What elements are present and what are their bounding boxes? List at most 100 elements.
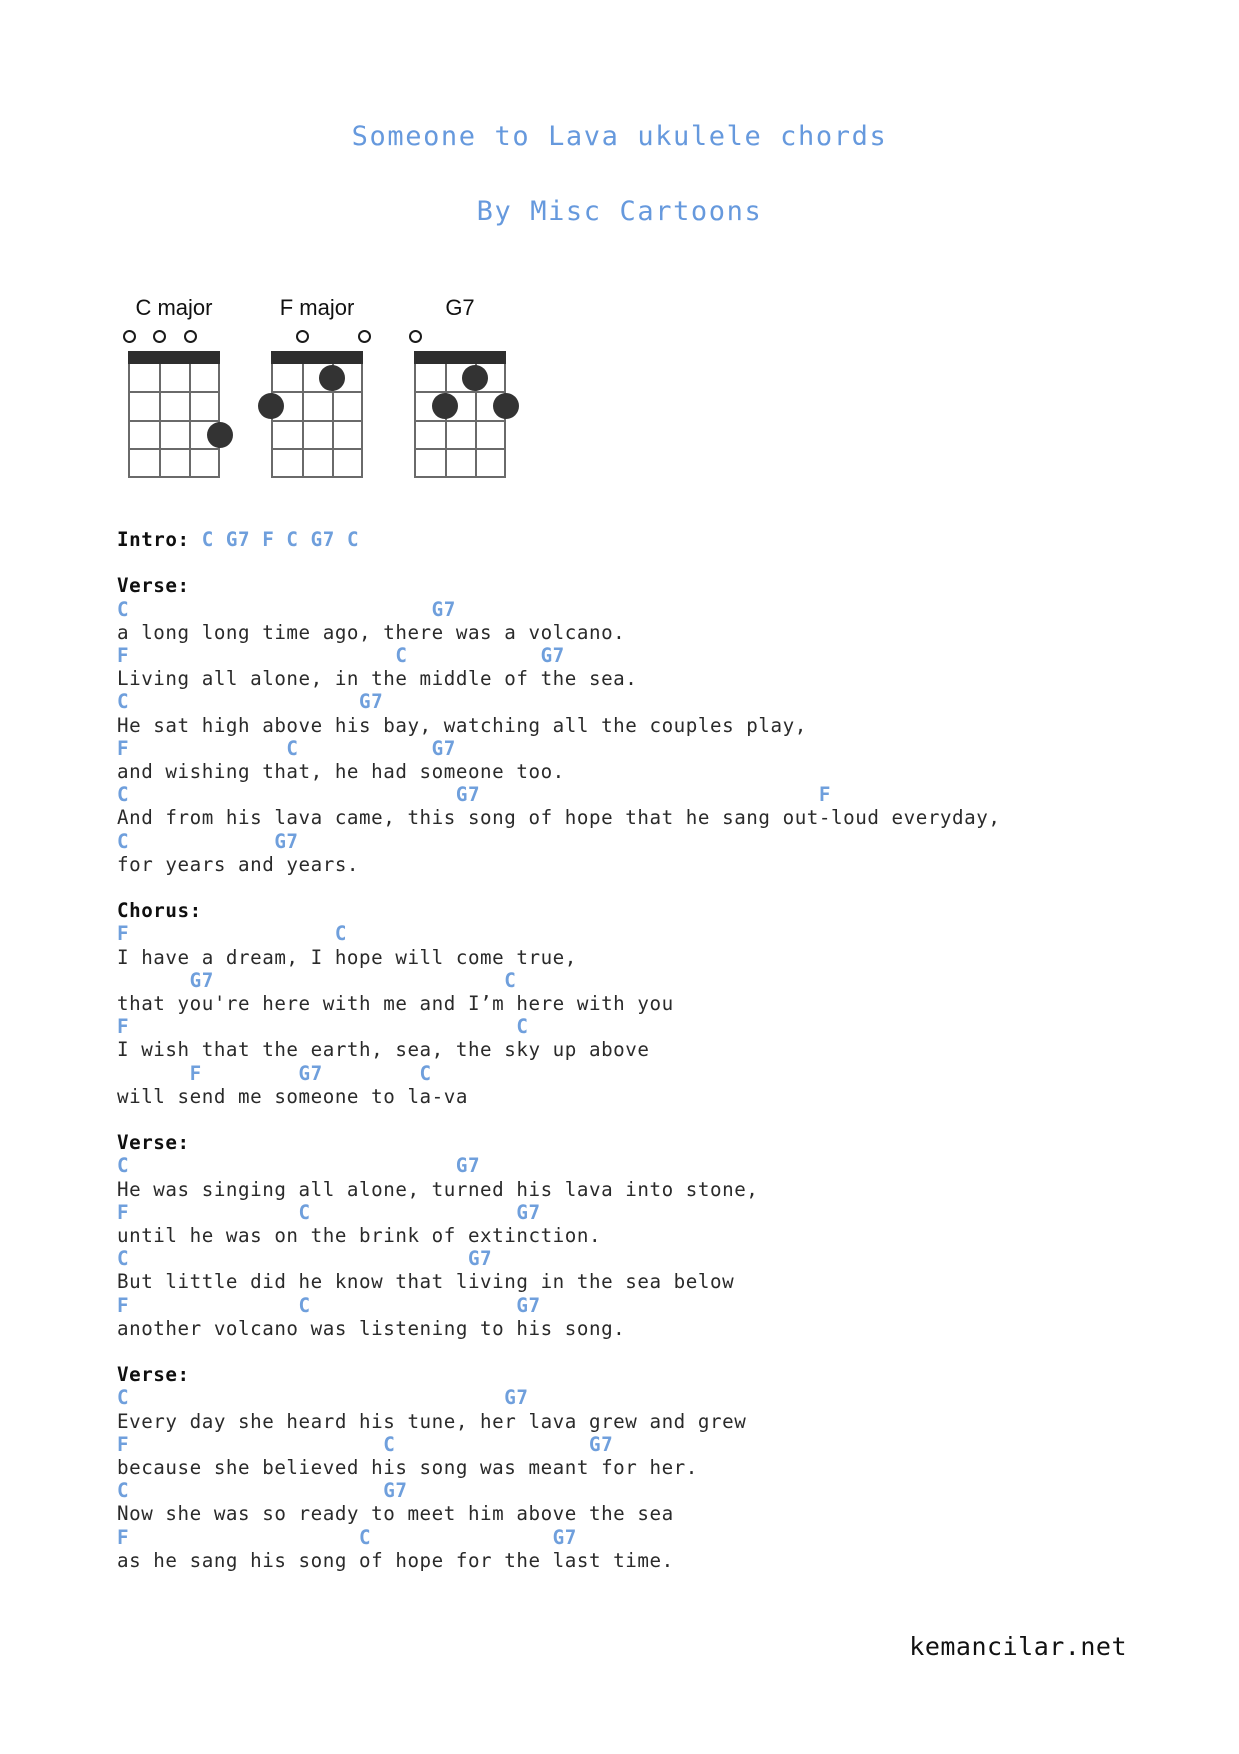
chord-text: F C G7 [117, 1200, 541, 1224]
intro-label: Intro: [117, 528, 202, 551]
chord-line: F C [117, 922, 1177, 945]
fret-grid [414, 364, 519, 478]
chord-line: C G7 [117, 690, 1177, 713]
section-label-text: Verse: [117, 1131, 190, 1155]
open-string-circle-icon [183, 330, 197, 343]
string-line [271, 364, 273, 477]
chord-text: C G7 [117, 1386, 529, 1410]
string-line [361, 364, 363, 477]
chord-line: G7 C [117, 969, 1177, 992]
lyric-text: He sat high above his bay, watching all … [117, 713, 807, 737]
string-line [189, 364, 192, 477]
lyric-text: another volcano was listening to his son… [117, 1316, 626, 1340]
finger-dot [431, 393, 458, 420]
section-label: Verse: [117, 1363, 1177, 1386]
fret-line [271, 476, 363, 478]
lyric-line: and wishing that, he had someone too. [117, 760, 1177, 783]
chord-line: F C G7 [117, 1201, 1177, 1224]
chord-sheet-page: Someone to Lava ukulele chords By Misc C… [0, 0, 1239, 1754]
lyric-line: And from his lava came, this song of hop… [117, 806, 1177, 829]
section-label-text: Chorus: [117, 899, 202, 923]
lyric-line: for years and years. [117, 853, 1177, 876]
string-line [504, 364, 506, 477]
chord-line: C G7 [117, 1479, 1177, 1502]
lyric-line: He sat high above his bay, watching all … [117, 714, 1177, 737]
chord-text: C G7 [117, 829, 299, 853]
chord-line: C G7 [117, 1386, 1177, 1409]
chord-line: F C G7 [117, 644, 1177, 667]
chord-text: F G7 C [117, 1061, 432, 1085]
fret-line [128, 476, 220, 478]
chord-diagram-name: G7 [445, 295, 475, 320]
open-string-markers [408, 328, 512, 346]
chord-text: C G7 [117, 1479, 408, 1503]
lyric-line: I wish that the earth, sea, the sky up a… [117, 1038, 1177, 1061]
chord-text: C G7 [117, 597, 456, 621]
chord-text: C G7 [117, 1154, 481, 1178]
lyric-line: until he was on the brink of extinction. [117, 1224, 1177, 1247]
lyric-text: until he was on the brink of extinction. [117, 1224, 602, 1248]
lyric-line: another volcano was listening to his son… [117, 1317, 1177, 1340]
string-line [414, 364, 416, 477]
string-line [218, 364, 220, 477]
open-string-circle-icon [122, 330, 136, 343]
chord-line: C G7 [117, 1247, 1177, 1270]
chord-text: F C G7 [117, 644, 565, 667]
chord-text: F C [117, 1015, 529, 1039]
lyric-text: And from his lava came, this song of hop… [117, 806, 1001, 830]
section-label: Verse: [117, 1131, 1177, 1154]
chord-line: F C G7 [117, 1433, 1177, 1456]
open-string-markers [122, 328, 226, 346]
lyric-line: He was singing all alone, turned his lav… [117, 1178, 1177, 1201]
open-string-circle-icon [296, 330, 310, 343]
nut-bar [128, 351, 220, 364]
lyric-text: Every day she heard his tune, her lava g… [117, 1409, 747, 1433]
fret-line [414, 391, 506, 394]
chord-line: F C [117, 1015, 1177, 1038]
lyric-line: as he sang his song of hope for the last… [117, 1549, 1177, 1572]
page-byline: By Misc Cartoons [476, 196, 763, 227]
chord-text: C G7 F [117, 783, 832, 807]
lyric-line: a long long time ago, there was a volcan… [117, 621, 1177, 644]
chord-text: F C G7 [117, 1432, 614, 1456]
fret-line [128, 447, 220, 450]
finger-dot [258, 393, 284, 420]
lyric-line: that you're here with me and I’m here wi… [117, 992, 1177, 1015]
chord-line: C G7 F [117, 783, 1177, 806]
finger-dot [207, 421, 233, 448]
chord-line: F C G7 [117, 1526, 1177, 1549]
fretboard [258, 351, 363, 478]
open-string-circle-icon [153, 330, 167, 343]
site-watermark: kemancilar.net [909, 1632, 1127, 1661]
lyric-line: because she believed his song was meant … [117, 1456, 1177, 1479]
open-string-markers [265, 328, 371, 346]
chord-diagram-name: F major [279, 295, 355, 320]
fret-grid [258, 364, 363, 478]
lyric-line: Now she was so ready to meet him above t… [117, 1502, 1177, 1525]
chord-line: F C G7 [117, 737, 1177, 760]
lyric-text: as he sang his song of hope for the last… [117, 1548, 674, 1572]
open-string-circle-icon [357, 330, 371, 343]
section-label-text: Verse: [117, 574, 190, 598]
fret-line [128, 419, 220, 422]
finger-dot [319, 365, 346, 392]
chord-diagram-name: C major [135, 295, 213, 320]
chord-diagram-strip: C major F major G7 [122, 295, 642, 478]
lyric-text: Living all alone, in the middle of the s… [117, 667, 638, 691]
fret-grid [128, 364, 233, 478]
fretboard [128, 351, 233, 478]
chord-line: F C G7 [117, 1294, 1177, 1317]
lyric-text: I have a dream, I hope will come true, [117, 945, 577, 969]
chord-line: C G7 [117, 598, 1177, 621]
chord-text: F C G7 [117, 1293, 541, 1317]
fret-line [271, 391, 363, 394]
string-line [444, 364, 447, 477]
section-label: Chorus: [117, 899, 1177, 922]
finger-dot [462, 365, 489, 392]
fretboard [414, 351, 519, 478]
fret-line [128, 391, 220, 394]
